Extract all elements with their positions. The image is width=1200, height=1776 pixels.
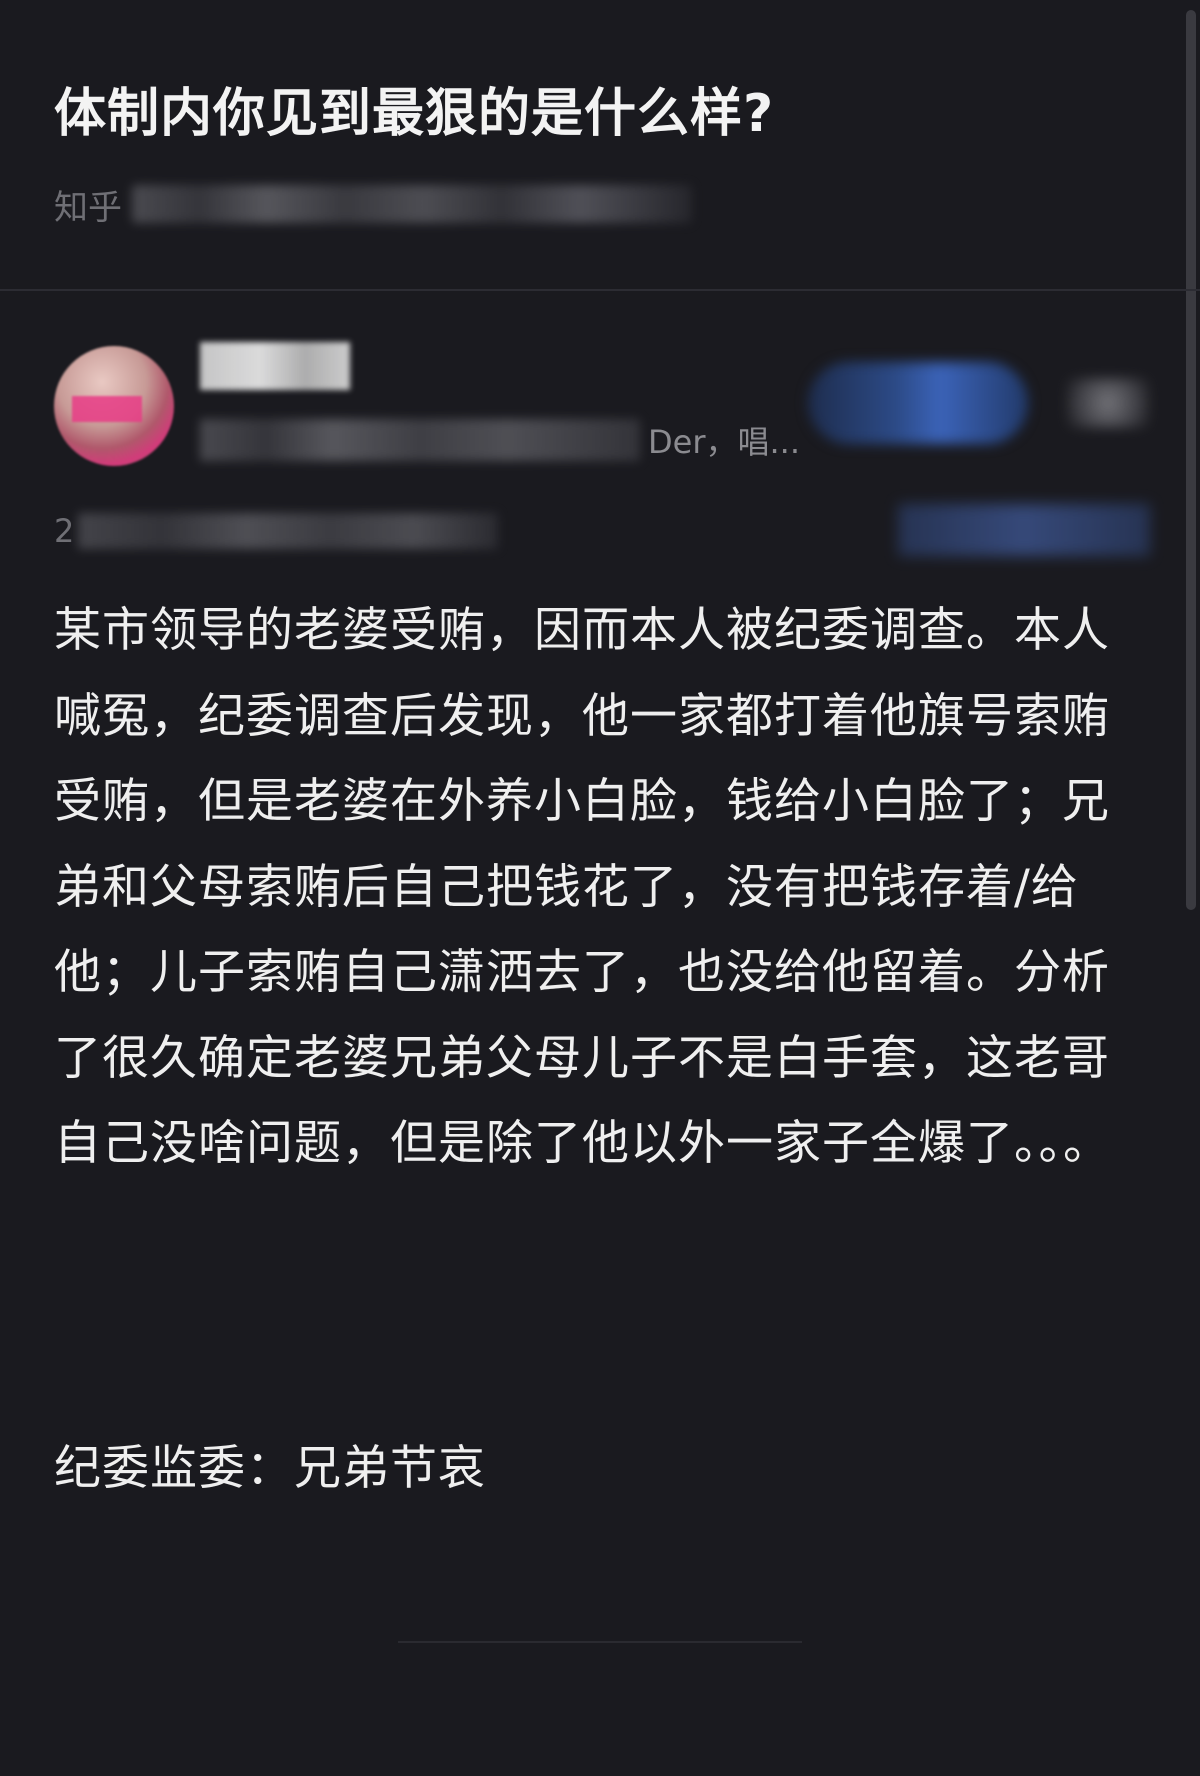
author-avatar[interactable]	[54, 346, 174, 466]
platform-label: 知乎	[54, 187, 122, 228]
scrollbar[interactable]	[1186, 10, 1196, 910]
author-bio: Der，唱...	[200, 412, 800, 468]
bottom-divider	[398, 1641, 802, 1643]
author-bio-suffix: Der，唱...	[647, 423, 800, 461]
blurred-question-stats	[132, 185, 692, 223]
question-title[interactable]: 体制内你见到最狠的是什么样?	[54, 78, 1154, 150]
author-bio-blurred	[200, 419, 640, 461]
collapse-link-blurred[interactable]	[898, 504, 1150, 556]
author-name-blurred[interactable]	[200, 342, 350, 390]
follow-button-blurred[interactable]	[808, 362, 1028, 444]
answer-footer-line: 纪委监委：兄弟节哀	[54, 1441, 486, 1496]
answer-meta: 2	[54, 508, 554, 554]
answer-body: 某市领导的老婆受贿，因而本人被纪委调查。本人喊冤，纪委调查后发现，他一家都打着他…	[54, 603, 1111, 1171]
question-meta: 知乎	[54, 176, 774, 232]
header-divider	[0, 289, 1200, 291]
answer-date-prefix: 2	[54, 512, 75, 550]
more-options-icon[interactable]	[1066, 378, 1150, 428]
answer-meta-blurred	[78, 513, 499, 549]
